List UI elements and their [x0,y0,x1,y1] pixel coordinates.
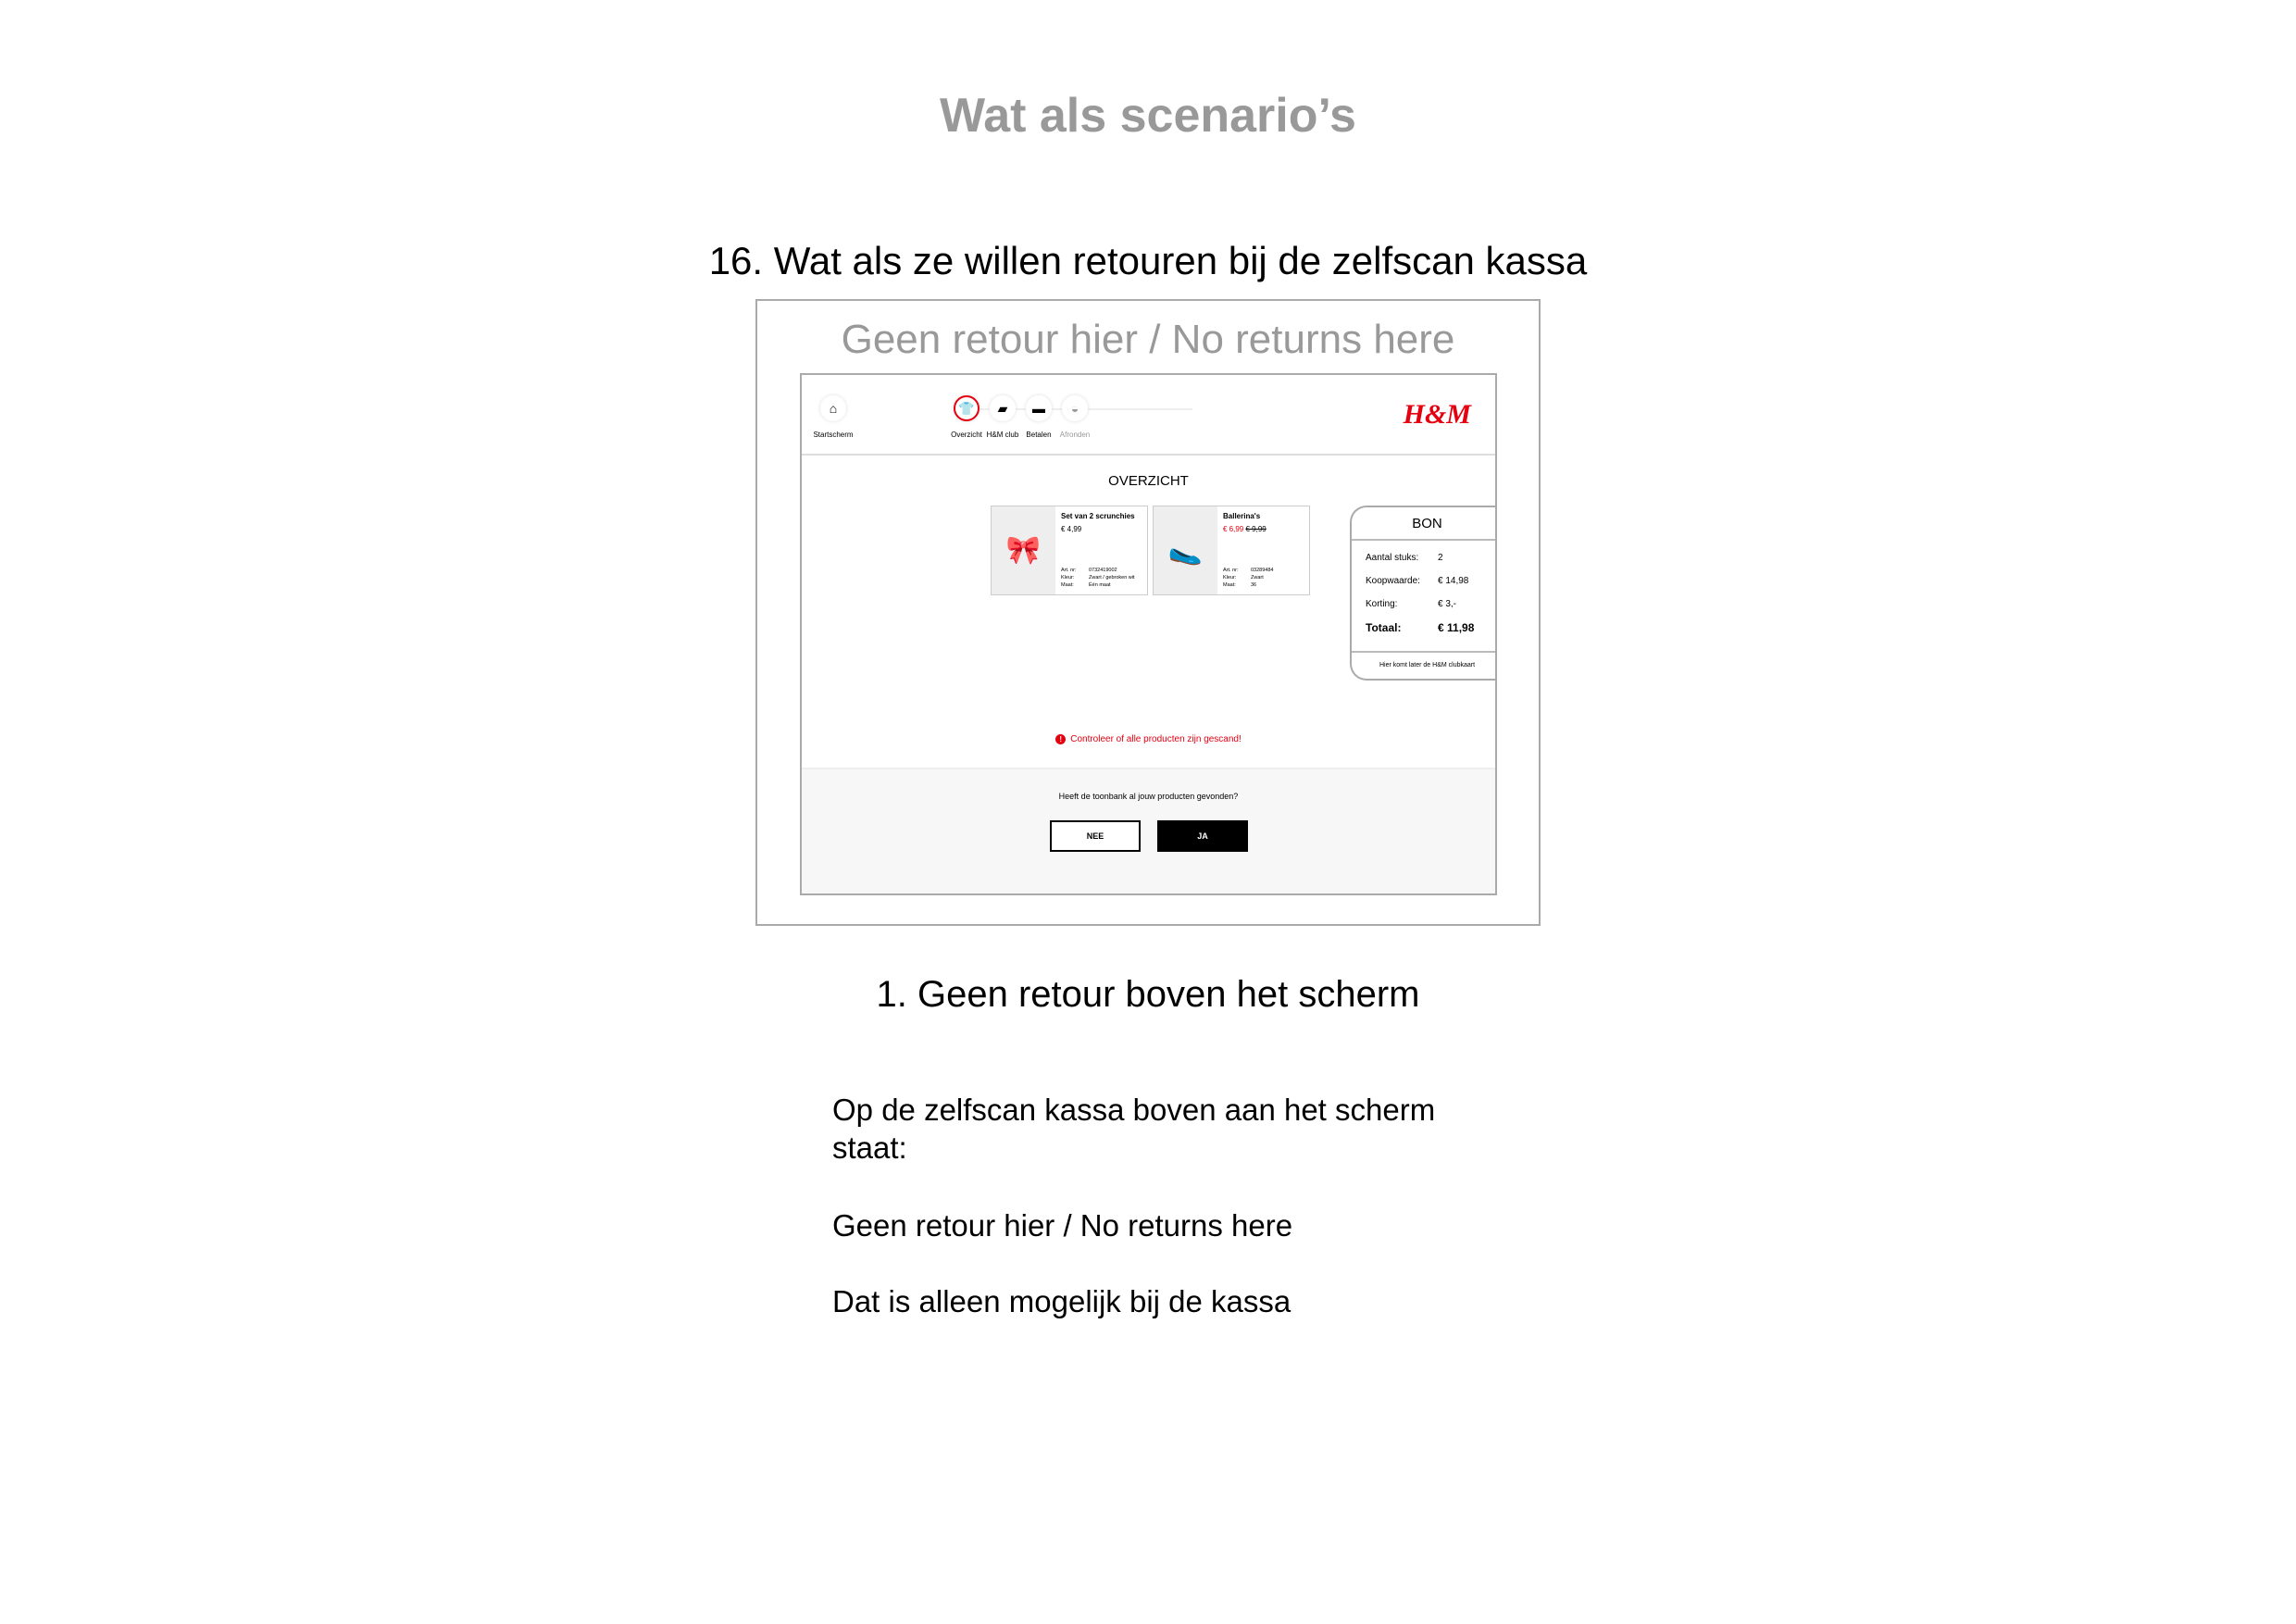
receipt-row: Aantal stuks: 2 [1352,546,1495,569]
home-icon: ⌂ [820,395,846,421]
hm-logo: H&M [1403,399,1471,430]
step-label: Startscherm [813,431,854,439]
row-value: € 14,98 [1438,576,1469,586]
size: 36 [1251,582,1257,588]
warning-text: Controleer of alle producten zijn gescan… [1070,734,1242,744]
receipt-panel: BON Aantal stuks: 2 Koopwaarde: € 14,98 Ko… [1350,506,1495,681]
solution-heading: 1. Geen retour boven het scherm [876,974,1420,1015]
meta-label: Kleur: [1223,575,1237,581]
row-label: Totaal: [1366,620,1402,634]
meta-label: Art. nr: [1223,568,1239,573]
paragraph: Op de zelfscan kassa boven aan het scher… [832,1093,1436,1165]
meta-label: Maat: [1223,582,1236,588]
product-name: Set van 2 scrunchies [1061,512,1135,520]
step-label: Afronden [1059,431,1091,439]
receipt-title: BON [1352,507,1495,541]
confirm-question: Heeft de toonbank al jouw producten gevo… [1058,792,1239,801]
step-afronden: ◒ Afronden [1047,395,1103,439]
scan-warning: ! Controleer of alle producten zijn gesca… [802,734,1495,744]
art-number: 0732419002 [1089,568,1117,573]
color: Zwart / gebroken wit [1089,575,1135,581]
art-number: 03289484 [1251,568,1274,573]
kiosk-header: ⌂ Startscherm 👕 Overzicht ▰ H&M club ▬ B… [802,375,1495,456]
page-title: Wat als scenario’s [940,89,1356,143]
row-value: € 3,- [1438,599,1457,609]
receipt-footer: Hier komt later de H&M clubkaart [1352,651,1495,679]
row-value: 2 [1438,553,1443,563]
color: Zwart [1251,575,1264,581]
size: Één maat [1089,582,1111,588]
row-label: Aantal stuks: [1366,553,1419,563]
kiosk-screen: ⌂ Startscherm 👕 Overzicht ▰ H&M club ▬ B… [800,373,1497,895]
scenario-heading: 16. Wat als ze willen retouren bij de ze… [708,239,1588,282]
sale-price: € 6,99 [1223,525,1244,533]
row-value: € 11,98 [1438,620,1475,634]
ballerina-image: 🥿 [1154,506,1217,594]
no-button[interactable]: NEE [1050,820,1141,852]
product-card: 🥿 Ballerina's € 6,99 € 9,99 Art. nr: 0328… [1153,506,1310,595]
step-startscherm[interactable]: ⌂ Startscherm [805,395,861,439]
scrunchie-image: 🎀 [992,506,1055,594]
receipt-total: Totaal: € 11,98 [1352,616,1495,639]
product-price: € 4,99 [1061,525,1082,533]
confirm-panel: Heeft de toonbank al jouw producten gevo… [802,768,1495,893]
receipt-row: Korting: € 3,- [1352,593,1495,616]
paragraph: Geen retour hier / No returns here [832,1208,1293,1243]
meta-label: Kleur: [1061,575,1075,581]
product-name: Ballerina's [1223,512,1261,520]
old-price: € 9,99 [1245,525,1267,533]
row-label: Koopwaarde: [1366,576,1420,586]
product-card: 🎀 Set van 2 scrunchies € 4,99 Art. nr: 07… [991,506,1148,595]
row-label: Korting: [1366,599,1398,609]
receipt-row: Koopwaarde: € 14,98 [1352,569,1495,593]
section-title: OVERZICHT [1108,473,1189,489]
paragraph: Dat is alleen mogelijk bij de kassa [832,1284,1292,1318]
meta-label: Maat: [1061,582,1074,588]
bag-icon: ◒ [1062,395,1088,421]
alert-icon: ! [1055,734,1067,744]
yes-button[interactable]: JA [1157,820,1248,852]
no-returns-sign: Geen retour hier / No returns here [841,317,1455,362]
meta-label: Art. nr: [1061,568,1077,573]
